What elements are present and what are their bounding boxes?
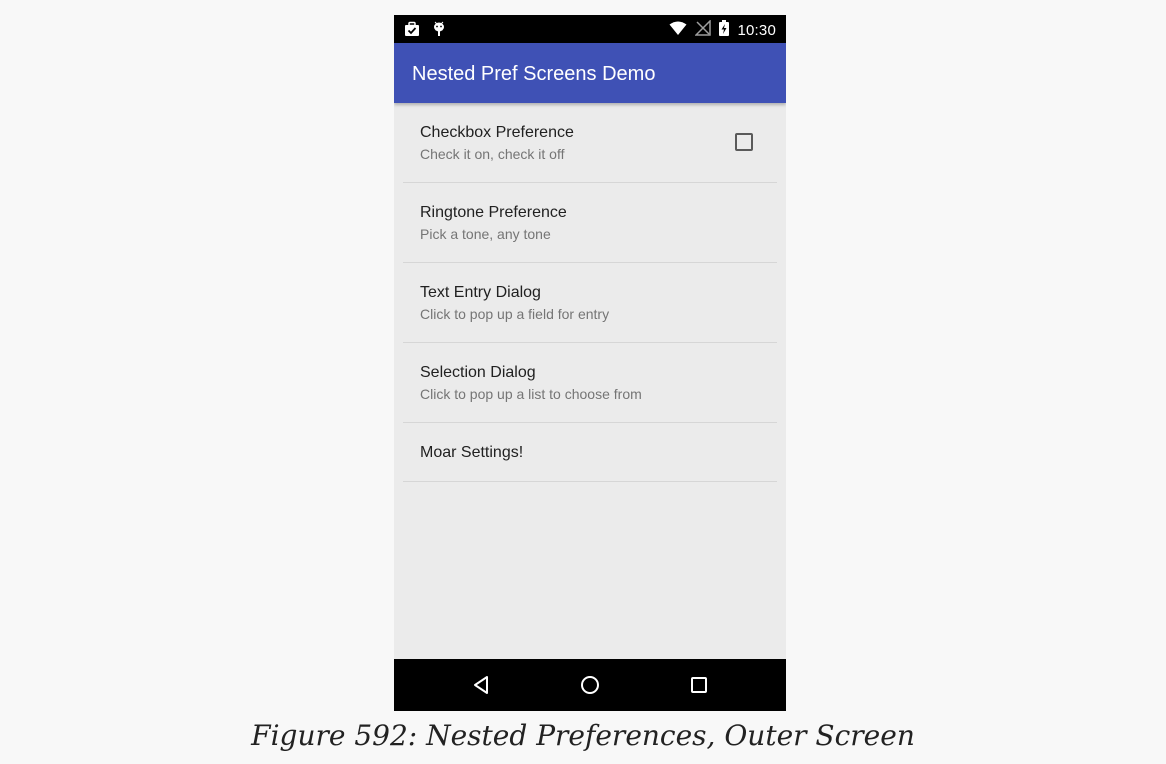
pref-title: Moar Settings!	[420, 444, 524, 461]
ringtone-preference[interactable]: Ringtone Preference Pick a tone, any ton…	[403, 183, 777, 263]
checkbox-preference[interactable]: Checkbox Preference Check it on, check i…	[403, 103, 777, 183]
text-entry-preference[interactable]: Text Entry Dialog Click to pop up a fiel…	[403, 263, 777, 343]
moar-settings-preference[interactable]: Moar Settings!	[403, 423, 777, 482]
pref-summary: Pick a tone, any tone	[420, 226, 551, 242]
pref-summary: Check it on, check it off	[420, 146, 565, 162]
status-time: 10:30	[737, 21, 776, 39]
battery-charging-icon	[719, 20, 730, 41]
pref-summary: Click to pop up a list to choose from	[420, 386, 642, 402]
app-title: Nested Pref Screens Demo	[412, 63, 656, 85]
pref-title: Checkbox Preference	[420, 124, 574, 141]
home-icon[interactable]	[576, 671, 604, 699]
pref-title: Selection Dialog	[420, 364, 536, 381]
briefcase-check-icon	[404, 21, 420, 42]
navigation-bar	[394, 659, 786, 711]
app-bar: Nested Pref Screens Demo	[394, 43, 786, 103]
figure-caption: Figure 592: Nested Preferences, Outer Sc…	[251, 719, 915, 752]
status-bar: 10:30	[394, 15, 786, 43]
selection-preference[interactable]: Selection Dialog Click to pop up a list …	[403, 343, 777, 423]
back-icon[interactable]	[467, 671, 495, 699]
wifi-icon	[669, 20, 687, 41]
checkbox[interactable]	[735, 133, 753, 151]
no-signal-icon	[694, 19, 712, 41]
phone-screen: 10:30 Nested Pref Screens Demo Checkbox …	[394, 15, 786, 711]
pref-title: Ringtone Preference	[420, 204, 567, 221]
preference-list: Checkbox Preference Check it on, check i…	[394, 103, 786, 482]
recents-icon[interactable]	[685, 671, 713, 699]
pref-summary: Click to pop up a field for entry	[420, 306, 610, 322]
android-icon	[432, 21, 446, 42]
pref-title: Text Entry Dialog	[420, 284, 541, 301]
page: 10:30 Nested Pref Screens Demo Checkbox …	[0, 0, 1166, 764]
